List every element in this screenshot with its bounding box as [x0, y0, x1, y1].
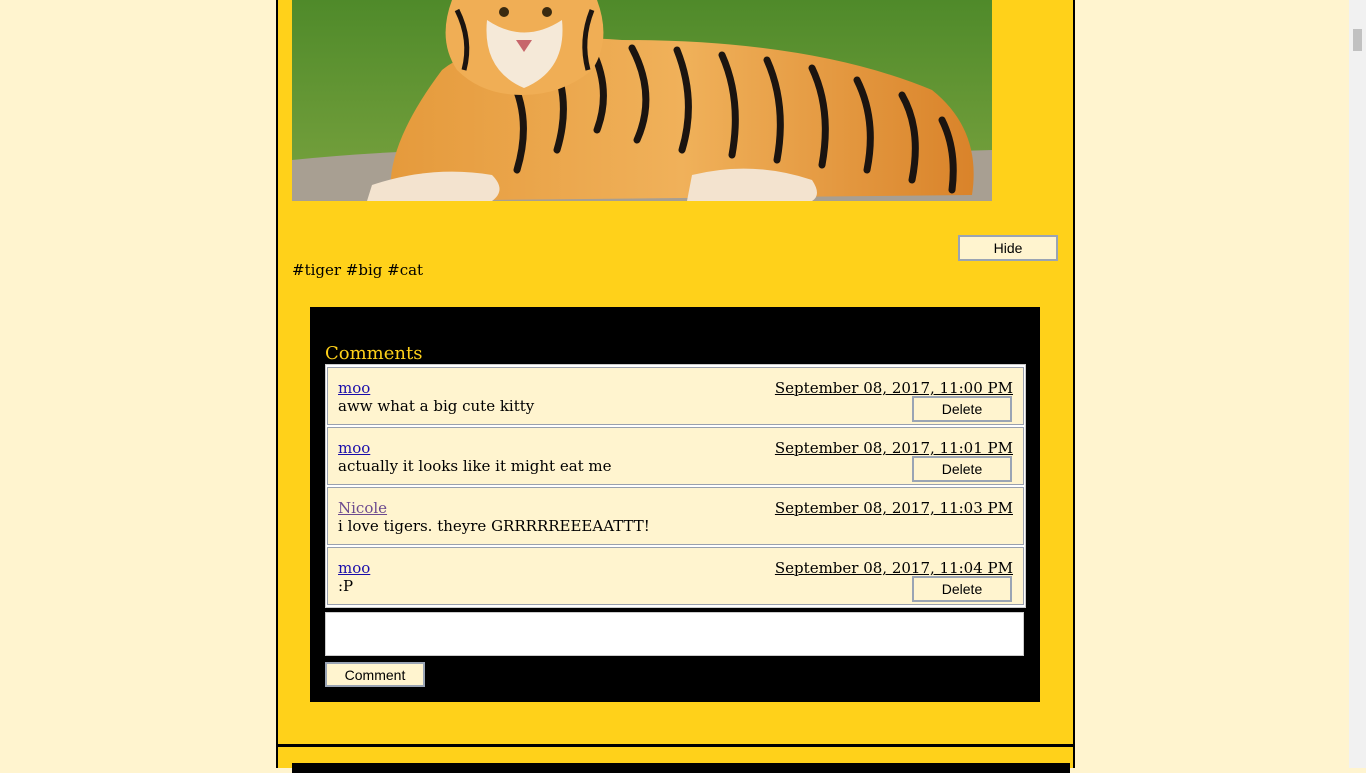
next-post-image [292, 763, 1070, 773]
comment-text: i love tigers. theyre GRRRRREEEAATTT! [338, 517, 650, 535]
comment-text: aww what a big cute kitty [338, 397, 535, 415]
comment-button[interactable]: Comment [325, 662, 425, 687]
comment-input[interactable] [325, 612, 1024, 656]
comment-item: moo September 08, 2017, 11:00 PM aww wha… [327, 367, 1024, 425]
comment-date-link[interactable]: September 08, 2017, 11:04 PM [775, 559, 1013, 577]
comment-text: actually it looks like it might eat me [338, 457, 612, 475]
comments-list: moo September 08, 2017, 11:00 PM aww wha… [325, 364, 1026, 608]
comment-date-link[interactable]: September 08, 2017, 11:01 PM [775, 439, 1013, 457]
comment-item: moo September 08, 2017, 11:04 PM :P Dele… [327, 547, 1024, 605]
scrollbar-thumb[interactable] [1353, 29, 1362, 51]
vertical-scrollbar[interactable] [1349, 0, 1366, 768]
comment-text: :P [338, 577, 354, 595]
post-card: Hide #tiger #big #cat Comments moo Septe… [276, 0, 1075, 747]
delete-comment-button[interactable]: Delete [912, 456, 1012, 482]
comment-date-link[interactable]: September 08, 2017, 11:00 PM [775, 379, 1013, 397]
hide-button[interactable]: Hide [958, 235, 1058, 261]
post-tags: #tiger #big #cat [292, 261, 424, 279]
tiger-photo-image [292, 0, 992, 201]
comment-user-link[interactable]: moo [338, 439, 370, 457]
comment-user-link[interactable]: moo [338, 379, 370, 397]
tiger-photo [292, 0, 992, 201]
comments-title: Comments [325, 343, 423, 364]
comment-date-link[interactable]: September 08, 2017, 11:03 PM [775, 499, 1013, 517]
next-post-card [276, 747, 1075, 773]
comments-panel: Comments moo September 08, 2017, 11:00 P… [310, 307, 1040, 702]
comment-user-link[interactable]: Nicole [338, 499, 387, 517]
comment-item: Nicole September 08, 2017, 11:03 PM i lo… [327, 487, 1024, 545]
comment-user-link[interactable]: moo [338, 559, 370, 577]
comment-item: moo September 08, 2017, 11:01 PM actuall… [327, 427, 1024, 485]
delete-comment-button[interactable]: Delete [912, 576, 1012, 602]
delete-comment-button[interactable]: Delete [912, 396, 1012, 422]
